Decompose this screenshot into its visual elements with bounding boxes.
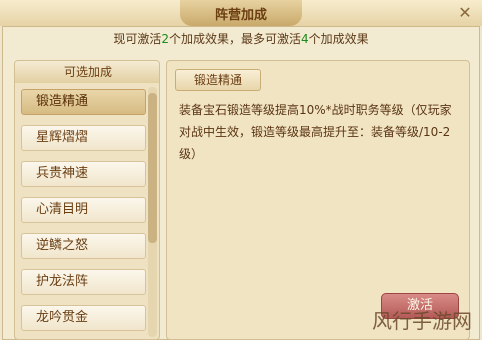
- close-icon[interactable]: ✕: [456, 4, 474, 22]
- watermark-logo: 风行手游网: [372, 309, 472, 333]
- detail-title: 锻造精通: [175, 69, 261, 91]
- bonus-list-panel: 可选加成 锻造精通 星辉熠熠 兵贵神速 心清目明 逆鳞之怒 护龙法阵 龙吟贯金: [14, 60, 160, 340]
- bonus-item-dragon-roar[interactable]: 龙吟贯金: [21, 305, 146, 331]
- activation-summary: 现可激活2个加成效果，最多可激活4个加成效果: [0, 30, 482, 54]
- bonus-item-dragon-array[interactable]: 护龙法阵: [21, 269, 146, 295]
- summary-prefix: 现可激活: [113, 32, 162, 46]
- summary-suffix: 个加成效果: [308, 32, 369, 46]
- title-bar: 阵营加成 ✕: [0, 0, 482, 26]
- bonus-item-forging-mastery[interactable]: 锻造精通: [21, 89, 146, 115]
- summary-mid: 个加成效果，最多可激活: [168, 32, 301, 46]
- scrollbar-thumb[interactable]: [148, 93, 157, 243]
- bonus-item-swift-speed[interactable]: 兵贵神速: [21, 161, 146, 187]
- max-count: 4: [301, 32, 309, 46]
- current-count: 2: [161, 32, 169, 46]
- bonus-list-scrollbar[interactable]: [148, 87, 157, 337]
- bonus-item-dragon-wrath[interactable]: 逆鳞之怒: [21, 233, 146, 259]
- bonus-detail-panel: 锻造精通 装备宝石锻造等级提高10%*战时职务等级（仅玩家对战中生效，锻造等级最…: [166, 60, 470, 340]
- bonus-item-star-radiance[interactable]: 星辉熠熠: [21, 125, 146, 151]
- detail-description: 装备宝石锻造等级提高10%*战时职务等级（仅玩家对战中生效，锻造等级最高提升至：…: [179, 103, 452, 161]
- bonus-list-header: 可选加成: [15, 61, 159, 83]
- window-title: 阵营加成: [180, 0, 302, 26]
- bonus-item-clear-mind[interactable]: 心清目明: [21, 197, 146, 223]
